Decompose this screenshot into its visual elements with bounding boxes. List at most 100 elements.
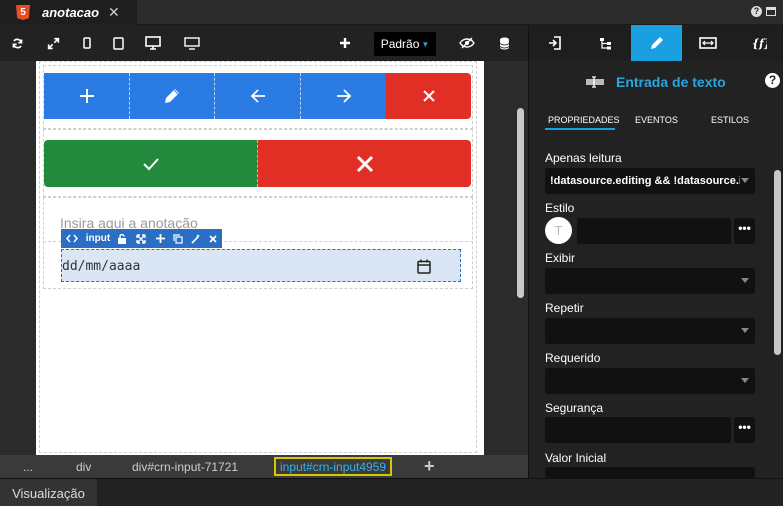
seguranca-input[interactable] [545,417,731,443]
window-icon[interactable] [766,7,776,16]
delete-button[interactable] [386,73,471,119]
magic-wand-icon[interactable] [187,233,205,244]
next-button[interactable] [300,73,386,119]
html5-icon: 5 [16,5,30,20]
breadcrumb-item-container[interactable]: div#crn-input-71721 [132,455,238,478]
subtab-eventos[interactable]: EVENTOS [635,111,678,129]
check-icon [142,157,159,170]
previous-button[interactable] [214,73,300,119]
hide-button[interactable] [453,25,481,61]
selection-toolbar[interactable]: input [61,229,222,248]
panel-tabs: {f} [529,25,783,61]
desktop-view-button[interactable] [139,25,167,61]
chevron-down-icon [741,378,749,383]
add-record-button[interactable] [44,73,129,119]
estilo-input[interactable] [577,218,731,244]
monitor-icon [184,36,200,50]
component-title: Entrada de texto [616,74,726,90]
breadcrumb-item-active[interactable]: input#crn-input4959 [274,457,393,476]
text-input-icon [586,76,604,88]
unlock-icon[interactable] [113,233,131,244]
apenas-leitura-value: !datasource.editing && !datasource.in [550,175,740,187]
estilo-more-button[interactable]: ••• [734,218,755,244]
confirm-button[interactable] [44,140,257,187]
apenas-leitura-select[interactable]: !datasource.editing && !datasource.in [545,168,755,194]
function-icon: {f} [752,37,767,50]
date-input[interactable]: dd/mm/aaaa [61,249,461,282]
design-canvas[interactable]: Insira aqui a anotação input dd/mm/aaaa [0,61,528,455]
import-icon [548,36,561,50]
code-icon[interactable] [61,234,83,243]
tab-label: anotacao [42,5,100,20]
visualizacao-tab[interactable]: Visualização [0,479,97,506]
caret-down-icon: ▼ [421,39,430,49]
close-icon [356,155,373,172]
close-icon [422,90,435,102]
tab-import[interactable] [529,25,580,61]
tab-functions[interactable]: {f} [733,25,783,61]
cancel-button[interactable] [257,140,471,187]
repetir-label: Repetir [545,301,584,315]
eye-slash-icon [459,37,475,49]
subtab-underline [545,128,615,130]
expand-button[interactable] [39,25,67,61]
calendar-icon[interactable] [417,259,431,274]
pencil-icon [165,89,179,103]
tree-icon [599,37,611,49]
padrao-select[interactable]: Padrão ▼ [374,32,436,56]
tab-close-icon[interactable]: ✕ [108,4,120,21]
tab-anotacao[interactable]: 5 anotacao ✕ [0,0,137,25]
repetir-select[interactable] [545,318,755,344]
desktop-icon [145,36,161,50]
edit-button[interactable] [129,73,214,119]
breadcrumb-add-icon[interactable]: + [424,455,435,478]
subtab-propriedades[interactable]: PROPRIEDADES [548,111,620,129]
plus-icon [79,89,94,103]
valor-inicial-input[interactable] [545,467,755,478]
app-root: 5 anotacao ✕ ? Padrão ▼ Insira aqui a an… [0,0,783,506]
panel-help-icon[interactable]: ? [765,73,780,88]
add-icon[interactable] [151,234,169,243]
expand-icon [47,37,59,49]
plus-icon [340,38,350,48]
subtab-estilos[interactable]: ESTILOS [711,111,749,129]
properties-panel: {f} Entrada de texto ? PROPRIEDADES EVEN… [528,25,783,478]
tab-strip: 5 anotacao ✕ ? [0,0,783,25]
resize-horizontal-icon [698,37,717,49]
phone-view-button[interactable] [73,25,101,61]
breadcrumb-item-div[interactable]: div [76,455,91,478]
tab-properties[interactable] [631,25,682,61]
date-placeholder: dd/mm/aaaa [62,259,141,274]
requerido-label: Requerido [545,351,601,365]
editor-toolbar: Padrão ▼ [0,25,528,61]
valor-inicial-label: Valor Inicial [545,451,607,465]
tab-tree[interactable] [580,25,631,61]
panel-scrollbar[interactable] [774,170,781,355]
remove-icon[interactable] [205,234,221,243]
bottom-bar: Visualização [0,478,783,506]
canvas-scrollbar[interactable] [517,108,524,298]
pencil-icon [650,37,663,49]
estilo-avatar[interactable]: T [545,217,572,244]
tablet-view-button[interactable] [104,25,132,61]
tab-layout[interactable] [682,25,733,61]
exibir-select[interactable] [545,268,755,294]
exibir-label: Exibir [545,251,576,265]
padrao-label: Padrão [380,37,420,51]
requerido-select[interactable] [545,368,755,394]
monitor-view-button[interactable] [178,25,206,61]
help-icon[interactable]: ? [751,6,762,17]
phone-icon [83,37,91,49]
svg-text:{f}: {f} [752,37,767,50]
apenas-leitura-label: Apenas leitura [545,151,622,165]
copy-icon[interactable] [169,233,187,244]
breadcrumb-item-ellipsis[interactable]: ... [23,455,33,478]
database-button[interactable] [490,25,518,61]
selection-label: input [85,233,111,244]
seguranca-label: Segurança [545,401,604,415]
seguranca-more-button[interactable]: ••• [734,417,755,443]
add-button[interactable] [331,25,359,61]
resize-icon[interactable] [131,233,151,244]
database-icon [499,37,509,49]
refresh-button[interactable] [3,25,31,61]
